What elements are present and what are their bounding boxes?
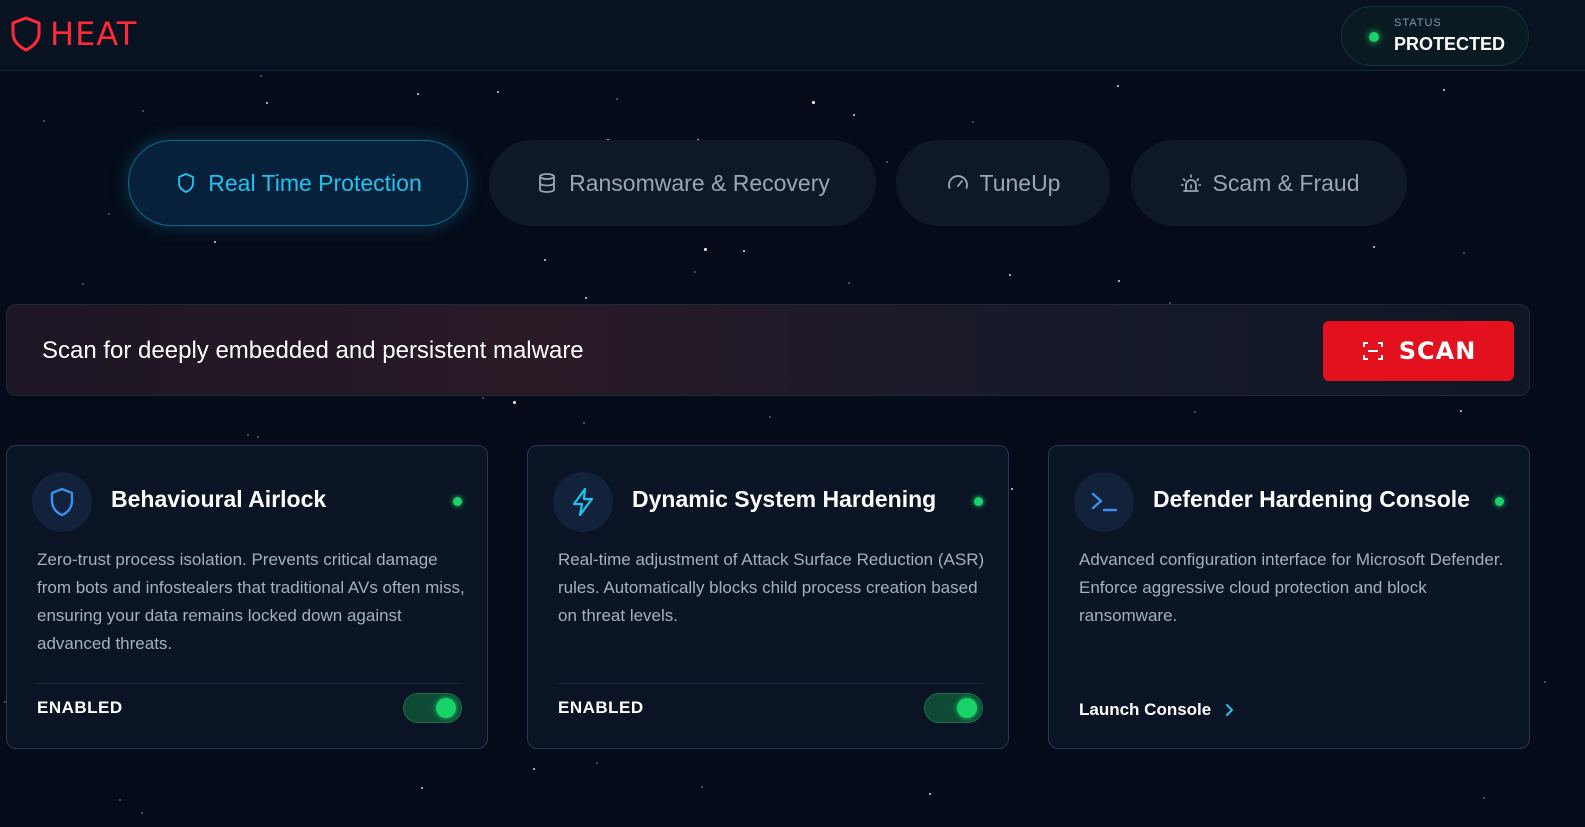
background-star xyxy=(482,397,484,399)
tab-label: Scam & Fraud xyxy=(1212,169,1360,196)
background-star xyxy=(616,98,618,100)
status-indicator: STATUS PROTECTED xyxy=(1341,6,1529,66)
background-star xyxy=(694,271,696,273)
tab-scam-fraud[interactable]: Scam & Fraud xyxy=(1131,140,1407,226)
background-star xyxy=(257,436,259,438)
background-star xyxy=(1117,85,1119,87)
background-star xyxy=(972,121,974,123)
background-star xyxy=(769,416,771,418)
tab-ransomware-recovery[interactable]: Ransomware & Recovery xyxy=(489,140,876,226)
background-star xyxy=(848,282,850,284)
tab-label: Ransomware & Recovery xyxy=(569,169,830,196)
background-star xyxy=(1460,410,1462,412)
lightning-icon xyxy=(572,487,594,517)
background-star xyxy=(583,422,585,424)
background-star xyxy=(1194,411,1196,413)
background-star xyxy=(853,114,855,116)
background-star xyxy=(544,259,546,261)
top-bar: HEAT STATUS PROTECTED xyxy=(0,0,1585,71)
tab-tuneup[interactable]: TuneUp xyxy=(896,140,1110,226)
toggle-knob xyxy=(957,698,977,718)
background-star xyxy=(1483,797,1485,799)
background-star xyxy=(1443,89,1445,91)
scan-description: Scan for deeply embedded and persistent … xyxy=(42,337,584,364)
brand-logo: HEAT xyxy=(10,16,137,52)
tab-label: Real Time Protection xyxy=(208,169,422,196)
scan-button-label: SCAN xyxy=(1398,337,1477,365)
background-star xyxy=(417,93,419,95)
card-state-label: ENABLED xyxy=(558,698,644,717)
feature-card-defender-hardening-console: Defender Hardening Console Advanced conf… xyxy=(1048,445,1530,749)
background-star xyxy=(266,102,268,104)
background-star xyxy=(1011,488,1013,490)
background-star xyxy=(1463,252,1465,254)
database-icon xyxy=(539,173,556,193)
shield-icon xyxy=(50,487,74,517)
background-star xyxy=(1009,274,1011,276)
behavioural-airlock-toggle[interactable] xyxy=(403,693,462,723)
launch-console-label: Launch Console xyxy=(1079,700,1212,719)
card-description: Advanced configuration interface for Mic… xyxy=(1079,550,1504,625)
shield-logo-icon xyxy=(11,16,41,52)
card-description: Real-time adjustment of Attack Surface R… xyxy=(558,550,985,625)
card-title: Behavioural Airlock xyxy=(111,486,327,512)
active-status-dot xyxy=(453,497,462,506)
dynamic-system-hardening-toggle[interactable] xyxy=(924,693,983,723)
background-star xyxy=(1118,280,1120,282)
tab-label: TuneUp xyxy=(979,169,1061,196)
active-status-dot xyxy=(1495,497,1504,506)
chevron-right-icon xyxy=(1226,704,1234,716)
launch-console-link[interactable]: Launch Console xyxy=(1079,700,1237,720)
background-star xyxy=(886,161,888,163)
card-state-label: ENABLED xyxy=(37,698,123,717)
background-star xyxy=(513,401,516,404)
background-star xyxy=(421,787,423,789)
background-star xyxy=(142,110,144,112)
feature-card-dynamic-system-hardening: Dynamic System Hardening Real-time adjus… xyxy=(527,445,1009,749)
card-description: Zero-trust process isolation. Prevents c… xyxy=(37,550,465,653)
background-star xyxy=(1373,246,1375,248)
scan-button[interactable]: SCAN xyxy=(1323,321,1514,381)
brand-name: HEAT xyxy=(50,15,138,53)
status-label: STATUS xyxy=(1394,17,1442,29)
background-star xyxy=(214,241,216,243)
gauge-icon xyxy=(947,175,968,189)
background-star xyxy=(704,248,707,251)
background-star xyxy=(812,101,815,104)
active-status-dot xyxy=(974,497,983,506)
background-star xyxy=(260,75,262,77)
divider xyxy=(558,683,983,684)
alarm-icon xyxy=(1180,174,1201,192)
status-dot xyxy=(1369,32,1379,42)
divider xyxy=(37,683,462,684)
background-star xyxy=(119,799,121,801)
background-star xyxy=(141,812,143,814)
tab-real-time-protection[interactable]: Real Time Protection xyxy=(128,140,468,226)
background-star xyxy=(701,786,703,788)
scan-banner: Scan for deeply embedded and persistent … xyxy=(6,304,1530,396)
card-icon-badge xyxy=(1074,472,1134,532)
scan-frame-icon xyxy=(1362,342,1383,360)
background-star xyxy=(247,434,249,436)
background-star xyxy=(929,793,931,795)
background-star xyxy=(43,120,45,122)
card-title: Defender Hardening Console xyxy=(1153,486,1470,512)
card-title: Dynamic System Hardening xyxy=(632,486,937,512)
toggle-knob xyxy=(436,698,456,718)
background-star xyxy=(497,91,499,93)
background-star xyxy=(1544,681,1546,683)
background-star xyxy=(743,250,745,252)
terminal-icon xyxy=(1091,492,1118,512)
status-value: PROTECTED xyxy=(1394,34,1506,54)
background-star xyxy=(108,213,110,215)
background-star xyxy=(596,762,598,764)
card-icon-badge xyxy=(32,472,92,532)
feature-card-behavioural-airlock: Behavioural Airlock Zero-trust process i… xyxy=(6,445,488,749)
background-star xyxy=(585,297,587,299)
card-icon-badge xyxy=(553,472,613,532)
background-star xyxy=(533,768,535,770)
shield-icon xyxy=(178,173,195,193)
background-star xyxy=(82,283,84,285)
